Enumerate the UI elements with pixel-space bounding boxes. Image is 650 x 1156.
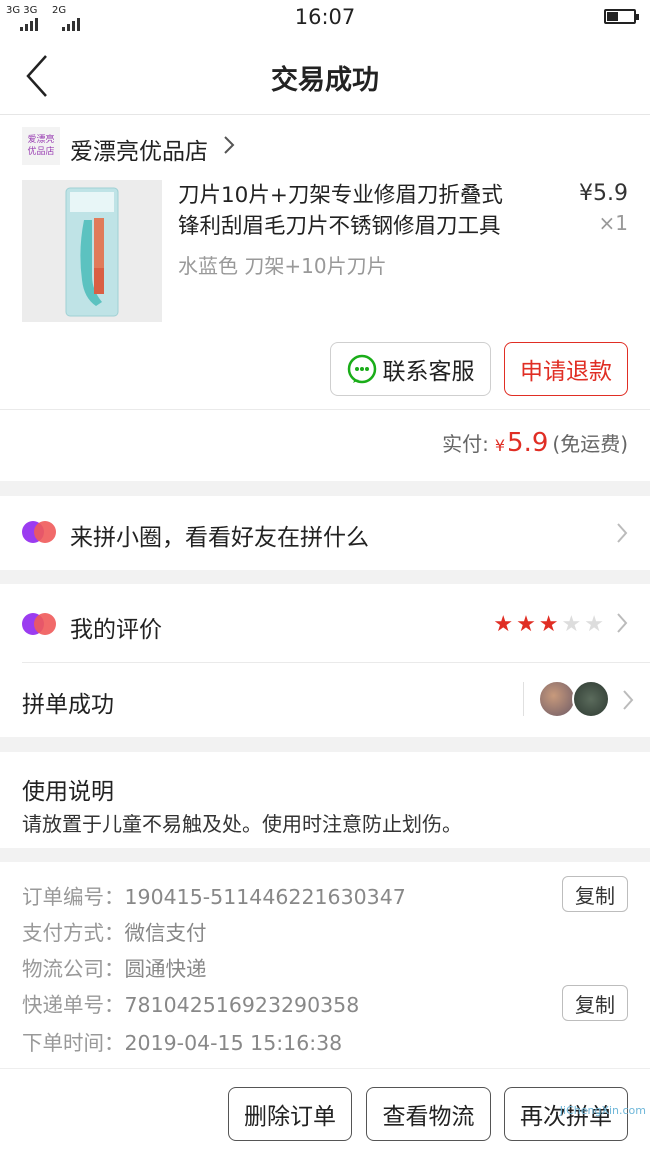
delete-order-button[interactable]: 删除订单 <box>228 1087 352 1141</box>
tracking-number: 781042516923290358 <box>124 993 360 1017</box>
copy-order-number-button[interactable]: 复制 <box>562 876 628 912</box>
pin-circle-row[interactable]: 来拼小圈，看看好友在拼什么 <box>0 496 650 570</box>
divider <box>0 409 650 410</box>
contact-service-label: 联系客服 <box>382 359 475 385</box>
star-icon: ★ <box>493 612 514 637</box>
pinduoduo-circle-icon <box>22 521 56 543</box>
chevron-right-icon <box>617 613 628 633</box>
pin-circle-label: 来拼小圈，看看好友在拼什么 <box>70 525 369 551</box>
clock: 16:07 <box>294 5 356 29</box>
info-label: 物流公司： <box>22 957 125 981</box>
shop-logo[interactable]: 爱漂亮 优品店 <box>22 127 60 165</box>
paid-value: 5.9 <box>507 428 549 458</box>
product-title-line2: 锋利刮眉毛刀片不锈钢修眉刀工具 <box>178 214 501 239</box>
group-avatars <box>538 680 610 718</box>
tracking-number-row: 快递单号：781042516923290358 <box>22 988 359 1018</box>
paid-label: 实付: <box>442 432 489 456</box>
order-number-row: 订单编号：190415-511446221630347 <box>22 880 406 910</box>
nav-header: 交易成功 <box>0 36 650 115</box>
logistics-company-row: 物流公司：圆通快递 <box>22 952 207 982</box>
watermark: JiChengXin.com <box>559 1104 646 1117</box>
usage-title: 使用说明 <box>22 779 114 805</box>
shop-logo-text-1: 爱漂亮 <box>27 135 55 145</box>
chevron-right-icon[interactable] <box>222 134 236 162</box>
order-number: 190415-511446221630347 <box>124 885 406 909</box>
section-gap <box>0 481 650 496</box>
star-icon: ★ <box>516 612 536 637</box>
logistics-company: 圆通快递 <box>124 957 207 981</box>
eyebrow-razor-image <box>22 180 162 322</box>
section-gap <box>0 737 650 752</box>
info-label: 下单时间： <box>22 1031 125 1055</box>
product-title[interactable]: 刀片10片+刀架专业修眉刀折叠式 锋利刮眉毛刀片不锈钢修眉刀工具 <box>178 180 563 242</box>
order-time-row: 下单时间：2019-04-15 15:16:38 <box>22 1026 342 1056</box>
chevron-right-icon <box>617 523 628 543</box>
battery-icon <box>604 9 639 24</box>
product-thumbnail[interactable] <box>22 180 162 322</box>
payment-method-row: 支付方式：微信支付 <box>22 916 207 946</box>
shop-logo-text-2: 优品店 <box>27 147 55 157</box>
order-time: 2019-04-15 15:16:38 <box>124 1031 343 1055</box>
paid-currency: ¥ <box>494 436 506 455</box>
shipping-note: (免运费) <box>552 432 628 456</box>
payment-method: 微信支付 <box>124 921 207 945</box>
page-title: 交易成功 <box>271 65 379 96</box>
copy-tracking-number-button[interactable]: 复制 <box>562 985 628 1021</box>
info-label: 支付方式： <box>22 921 125 945</box>
rating-stars: ★ ★ ★ ★ ★ <box>493 612 604 637</box>
contact-service-button[interactable]: 联系客服 <box>330 342 491 396</box>
section-gap <box>0 848 650 862</box>
view-logistics-button[interactable]: 查看物流 <box>366 1087 491 1141</box>
pinduoduo-circle-icon <box>22 613 56 635</box>
product-price: ¥5.9 <box>579 181 628 206</box>
review-label: 我的评价 <box>70 617 162 643</box>
info-label: 快递单号： <box>22 993 125 1017</box>
star-icon: ★ <box>561 612 582 637</box>
product-quantity: ×1 <box>598 211 628 235</box>
star-icon: ★ <box>538 612 559 637</box>
refund-button[interactable]: 申请退款 <box>504 342 628 396</box>
usage-text: 请放置于儿童不易触及处。使用时注意防止划伤。 <box>22 812 462 836</box>
info-label: 订单编号： <box>22 885 125 909</box>
product-title-line1: 刀片10片+刀架专业修眉刀折叠式 <box>178 183 503 208</box>
product-sku: 水蓝色 刀架+10片刀片 <box>178 254 387 278</box>
paid-amount: 实付: ¥ 5.9 (免运费) <box>442 428 628 458</box>
avatar-separator <box>523 682 524 716</box>
chevron-right-icon <box>623 690 634 710</box>
star-icon: ★ <box>584 612 604 637</box>
section-gap <box>0 570 650 584</box>
group-success-label: 拼单成功 <box>22 692 114 718</box>
wechat-chat-icon <box>347 354 376 384</box>
status-bar: 3G 3G 2G 16:07 <box>0 0 650 36</box>
shop-name[interactable]: 爱漂亮优品店 <box>70 132 208 166</box>
avatar <box>538 680 576 718</box>
avatar <box>572 680 610 718</box>
